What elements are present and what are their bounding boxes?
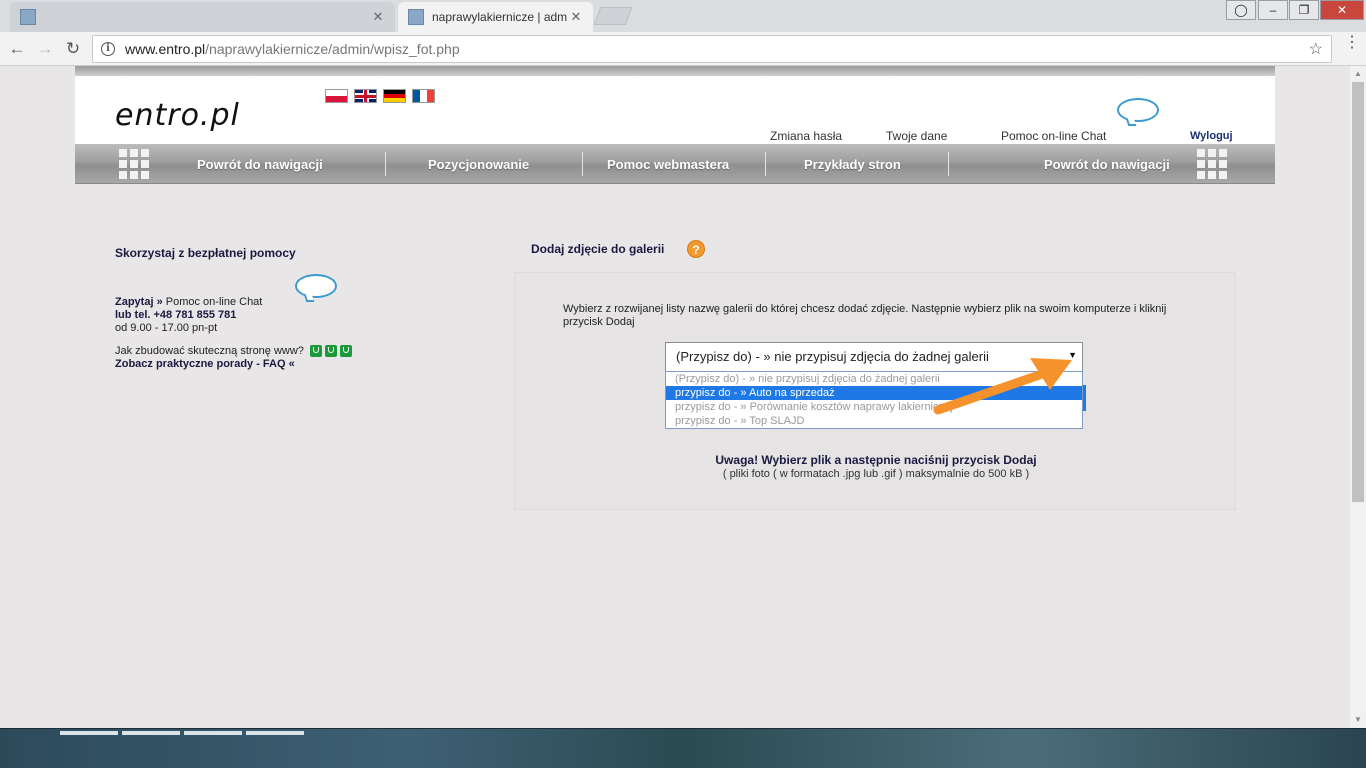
info-icon[interactable]: i [101, 42, 115, 56]
page-scrollbar[interactable]: ▲ ▼ [1350, 66, 1366, 728]
flag-fr-icon[interactable] [412, 89, 435, 103]
upload-panel: Wybierz z rozwijanej listy nazwę galerii… [514, 272, 1236, 510]
tab-close-icon[interactable]: ✕ [371, 9, 385, 25]
warning-title: Uwaga! Wybierz plik a następnie naciśnij… [715, 453, 1037, 467]
help-question-icon[interactable]: ? [687, 240, 705, 258]
online-help-link[interactable]: Pomoc on-line Chat [1001, 129, 1106, 143]
nav-positioning[interactable]: Pozycjonowanie [428, 157, 529, 172]
minimize-icon[interactable]: – [1258, 0, 1288, 20]
smiley-icon [325, 345, 337, 358]
sidebar-title: Skorzystaj z bezpłatnej pomocy [115, 246, 296, 260]
url-host: www.entro.pl [125, 41, 206, 57]
your-data-link[interactable]: Twoje dane [886, 129, 947, 143]
reload-icon[interactable]: ↻ [62, 38, 84, 60]
site-logo[interactable]: entro.pl [115, 98, 240, 133]
tab-title: naprawylakiernicze | adm [432, 10, 568, 24]
main-navbar: Powrót do nawigacji Pozycjonowanie Pomoc… [75, 144, 1275, 184]
nav-separator [582, 152, 583, 176]
upload-warning: Uwaga! Wybierz plik a następnie naciśnij… [515, 453, 1237, 481]
bookmark-star-icon[interactable]: ☆ [1309, 39, 1323, 59]
close-window-icon[interactable]: ✕ [1320, 0, 1364, 20]
smiley-icon [340, 345, 352, 358]
language-flags [325, 89, 435, 103]
nav-separator [765, 152, 766, 176]
os-taskbar [0, 728, 1366, 768]
site-favicon-icon [408, 9, 424, 25]
smiley-icon [310, 345, 322, 358]
taskbar-item[interactable] [184, 731, 242, 735]
new-tab-button[interactable] [593, 7, 633, 25]
browser-tabstrip: ✕ naprawylakiernicze | adm ✕ ◯ – ❐ ✕ [0, 0, 1366, 32]
logout-link[interactable]: Wyloguj [1190, 130, 1233, 142]
forward-arrow-icon[interactable]: → [34, 38, 56, 60]
scroll-up-icon[interactable]: ▲ [1350, 66, 1366, 82]
page-title: Dodaj zdjęcie do galerii [531, 242, 665, 256]
nav-separator [948, 152, 949, 176]
sidebar-question-line: Jak zbudować skuteczną stronę www? [115, 345, 415, 358]
profile-icon[interactable]: ◯ [1226, 0, 1256, 20]
chat-bubble-icon[interactable] [1117, 98, 1159, 122]
ask-label: Zapytaj » [115, 296, 163, 308]
change-password-link[interactable]: Zmiana hasła [770, 129, 842, 143]
browser-menu-icon[interactable]: ⋮ [1344, 35, 1360, 51]
browser-tab-active[interactable]: naprawylakiernicze | adm ✕ [398, 2, 593, 32]
taskbar-item[interactable] [246, 731, 304, 735]
scroll-down-icon[interactable]: ▼ [1350, 712, 1366, 728]
flag-pl-icon[interactable] [325, 89, 348, 103]
tab-close-icon[interactable]: ✕ [569, 9, 583, 25]
sidebar-ask-line: Zapytaj » Pomoc on-line Chat [115, 296, 415, 309]
back-arrow-icon[interactable]: ← [6, 38, 28, 60]
sidebar-hours: od 9.00 - 17.00 pn-pt [115, 322, 218, 334]
site-header: entro.pl Zmiana hasła Twoje dane Pomoc o… [75, 76, 1275, 144]
instructions-text: Wybierz z rozwijanej listy nazwę galerii… [563, 303, 1167, 328]
nav-back-to-navigation-right[interactable]: Powrót do nawigacji [1044, 157, 1170, 172]
maximize-icon[interactable]: ❐ [1289, 0, 1319, 20]
sidebar-question[interactable]: Jak zbudować skuteczną stronę www? [115, 345, 304, 357]
sidebar-faq-link[interactable]: Zobacz praktyczne porady - FAQ « [115, 358, 415, 371]
chat-bubble-icon[interactable] [295, 274, 337, 298]
flag-uk-icon[interactable] [354, 89, 377, 103]
browser-tab-inactive[interactable]: ✕ [10, 2, 395, 32]
nav-webmaster-help[interactable]: Pomoc webmastera [607, 157, 729, 172]
grid-menu-icon[interactable] [119, 149, 149, 179]
grid-menu-icon[interactable] [1197, 149, 1227, 179]
taskbar-item[interactable] [60, 731, 118, 735]
sidebar-chat-link[interactable]: Pomoc on-line Chat [166, 296, 263, 308]
help-sidebar: Skorzystaj z bezpłatnej pomocy Zapytaj »… [115, 246, 415, 371]
nav-back-to-navigation[interactable]: Powrót do nawigacji [197, 157, 323, 172]
sidebar-phone: lub tel. +48 781 855 781 [115, 309, 237, 321]
annotation-arrow-icon [933, 358, 1072, 415]
nav-site-examples[interactable]: Przykłady stron [804, 157, 901, 172]
taskbar-item[interactable] [122, 731, 180, 735]
nav-separator [385, 152, 386, 176]
page-container: entro.pl Zmiana hasła Twoje dane Pomoc o… [75, 66, 1275, 728]
address-bar[interactable]: i www.entro.pl/naprawylakiernicze/admin/… [92, 35, 1332, 63]
site-favicon-icon [20, 9, 36, 25]
warning-detail: ( pliki foto ( w formatach .jpg lub .gif… [722, 468, 1030, 480]
scroll-thumb[interactable] [1352, 82, 1364, 502]
page-top-border [75, 66, 1275, 76]
flag-de-icon[interactable] [383, 89, 406, 103]
browser-toolbar: ← → ↻ i www.entro.pl/naprawylakiernicze/… [0, 32, 1366, 66]
url-path: /naprawylakiernicze/admin/wpisz_fot.php [205, 41, 460, 57]
